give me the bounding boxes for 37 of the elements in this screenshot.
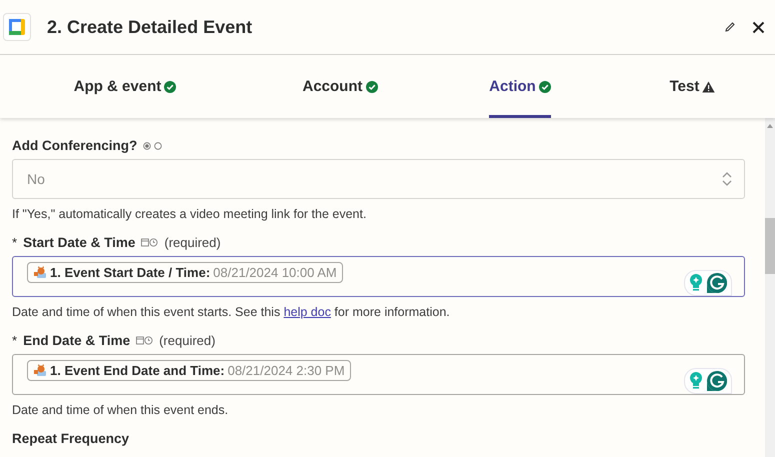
step-tab[interactable]: Test — [670, 55, 716, 118]
close-icon[interactable] — [752, 20, 765, 34]
scrollbar-thumb[interactable] — [765, 218, 775, 274]
help-text: If "Yes," automatically creates a video meeting link for the event. — [12, 207, 368, 221]
lightbulb-icon[interactable] — [690, 274, 702, 292]
field-label: Repeat Frequency — [12, 431, 130, 446]
field-label: Add Conferencing? — [12, 138, 138, 153]
help-text: Date and time of when this event starts. See this help doc for more information. — [12, 305, 451, 319]
mapped-value-chip[interactable]: 1. Event End Date and Time: 08/21/2024 2:30 PM — [27, 360, 351, 381]
mapped-value-chip[interactable]: 1. Event Start Date / Time: 08/21/2024 10:00 AM — [27, 262, 343, 283]
required-asterisk: * — [12, 235, 18, 250]
letter-g-icon[interactable] — [706, 272, 728, 294]
step-tab[interactable]: Action — [489, 55, 551, 118]
mascot-icon — [33, 266, 47, 279]
mascot-icon — [33, 364, 47, 377]
scrollbar[interactable] — [765, 118, 775, 457]
scroll-up-arrow-icon[interactable] — [767, 124, 773, 128]
required-note: (required) — [164, 235, 221, 250]
letter-g-icon[interactable] — [706, 370, 728, 392]
field-label: Start Date & Time — [23, 235, 136, 250]
help-doc-link[interactable]: help doc — [284, 305, 331, 319]
required-asterisk: * — [12, 333, 18, 348]
date-input-field[interactable]: 1. Event Start Date / Time: 08/21/2024 10:00 AM — [12, 256, 745, 297]
required-note: (required) — [159, 333, 216, 348]
date-time-type-icon — [141, 238, 158, 247]
radio-type-icon — [143, 142, 164, 150]
lightbulb-icon[interactable] — [690, 372, 702, 390]
edit-icon[interactable] — [724, 21, 736, 33]
step-tab[interactable]: Account — [302, 55, 378, 118]
date-input-field[interactable]: 1. Event End Date and Time: 08/21/2024 2:30 PM — [12, 354, 745, 395]
step-tab[interactable]: App & event — [74, 55, 176, 118]
step-title: 2. Create Detailed Event — [47, 16, 254, 38]
field-label: End Date & Time — [23, 333, 130, 348]
sort-caret-icon — [722, 171, 732, 187]
date-time-type-icon — [136, 336, 154, 345]
help-text: Date and time of when this event ends. — [12, 403, 230, 417]
calendar-app-icon — [3, 13, 31, 41]
